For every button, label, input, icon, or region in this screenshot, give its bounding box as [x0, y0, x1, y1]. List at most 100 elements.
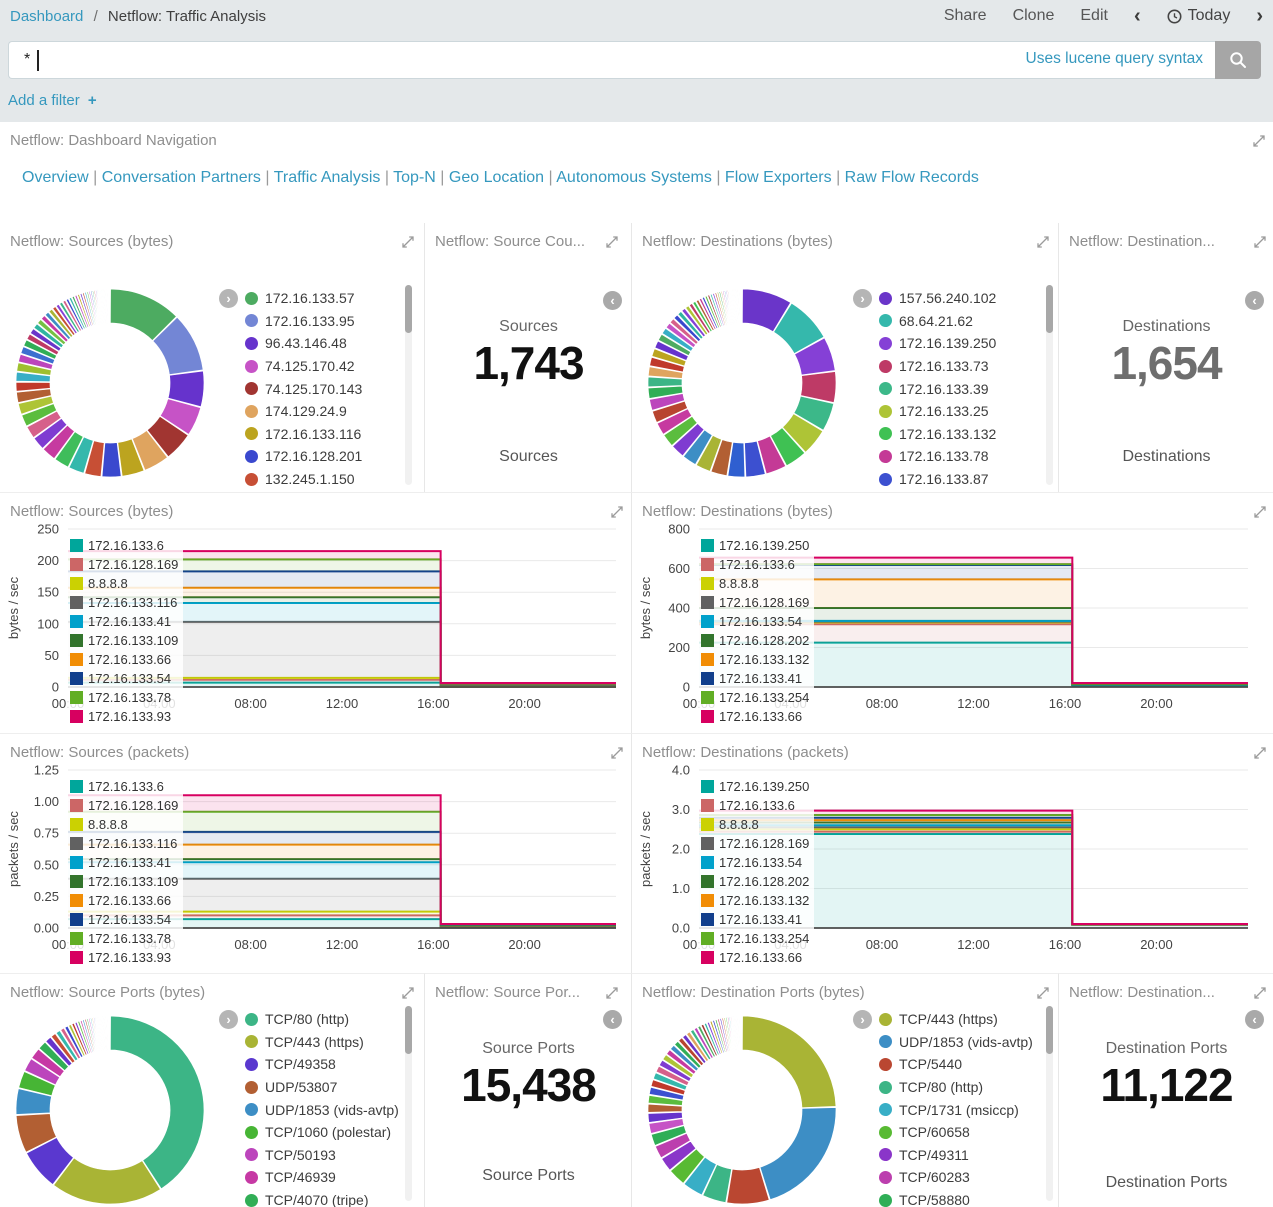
- legend-item[interactable]: 172.16.128.169: [701, 834, 809, 853]
- legend-item[interactable]: 172.16.128.169: [70, 555, 178, 574]
- legend-item[interactable]: 172.16.128.169: [70, 796, 178, 815]
- legend-item[interactable]: 8.8.8.8: [70, 815, 178, 834]
- legend-collapse-button[interactable]: ‹: [1245, 291, 1264, 310]
- legend-item[interactable]: 172.16.133.93: [70, 948, 178, 967]
- legend-item[interactable]: 172.16.133.109: [70, 872, 178, 891]
- nav-link-traffic-analysis[interactable]: Traffic Analysis: [274, 169, 381, 186]
- nav-link-conversation-partners[interactable]: Conversation Partners: [102, 169, 261, 186]
- donut-slice[interactable]: [760, 1107, 836, 1199]
- source-ports-donut-chart[interactable]: [10, 1010, 210, 1207]
- legend-item[interactable]: 172.16.133.66: [70, 891, 178, 910]
- legend-collapse-button[interactable]: ›: [853, 1010, 872, 1029]
- legend-item[interactable]: 172.16.133.109: [70, 631, 178, 650]
- expand-icon[interactable]: [606, 986, 618, 998]
- legend-item[interactable]: 172.16.133.54: [70, 669, 178, 688]
- destination-ports-donut-chart[interactable]: [642, 1010, 842, 1207]
- legend-item[interactable]: 74.125.170.143: [245, 377, 362, 400]
- nav-link-flow-exporters[interactable]: Flow Exporters: [725, 169, 832, 186]
- legend-item[interactable]: 172.16.133.6: [70, 777, 178, 796]
- legend-item[interactable]: 172.16.139.250: [701, 777, 809, 796]
- legend-item[interactable]: 68.64.21.62: [879, 310, 996, 333]
- lucene-syntax-link[interactable]: Uses lucene query syntax: [1026, 50, 1203, 68]
- expand-icon[interactable]: [1254, 235, 1266, 247]
- legend-item[interactable]: 172.16.133.54: [70, 910, 178, 929]
- legend-item[interactable]: TCP/443 (https): [879, 1008, 1033, 1031]
- legend-item[interactable]: 172.16.133.95: [245, 310, 362, 333]
- nav-link-overview[interactable]: Overview: [22, 169, 89, 186]
- legend-item[interactable]: 172.16.133.54: [701, 612, 809, 631]
- legend-item[interactable]: 172.16.128.202: [701, 872, 809, 891]
- legend-item[interactable]: 172.16.133.254: [701, 929, 809, 948]
- legend-collapse-button[interactable]: ›: [219, 1010, 238, 1029]
- legend-item[interactable]: 172.16.133.66: [701, 707, 809, 726]
- legend-item[interactable]: 172.16.133.78: [70, 688, 178, 707]
- add-filter-link[interactable]: Add a filter: [8, 92, 80, 109]
- legend-item[interactable]: 172.16.128.202: [701, 631, 809, 650]
- legend-item[interactable]: TCP/1731 (msiccp): [879, 1098, 1033, 1121]
- scrollbar-thumb[interactable]: [405, 285, 412, 333]
- add-filter-plus-icon[interactable]: +: [88, 92, 97, 109]
- legend-item[interactable]: 172.16.133.66: [70, 650, 178, 669]
- legend-item[interactable]: 172.16.133.41: [701, 669, 809, 688]
- legend-item[interactable]: TCP/5440: [879, 1053, 1033, 1076]
- legend-item[interactable]: 172.16.133.116: [70, 593, 178, 612]
- legend-collapse-button[interactable]: ‹: [603, 291, 622, 310]
- scrollbar-thumb[interactable]: [1046, 1006, 1053, 1054]
- nav-link-raw-flow-records[interactable]: Raw Flow Records: [845, 169, 979, 186]
- legend-item[interactable]: TCP/46939: [245, 1166, 399, 1189]
- legend-item[interactable]: 172.16.128.201: [245, 445, 362, 468]
- legend-item[interactable]: 172.16.133.78: [879, 445, 996, 468]
- legend-item[interactable]: UDP/53807: [245, 1076, 399, 1099]
- legend-item[interactable]: TCP/1060 (polestar): [245, 1121, 399, 1144]
- destinations-bytes-donut-chart[interactable]: [642, 283, 842, 483]
- legend-collapse-button[interactable]: ›: [219, 289, 238, 308]
- legend-item[interactable]: 172.16.133.93: [70, 707, 178, 726]
- legend-item[interactable]: 8.8.8.8: [70, 574, 178, 593]
- legend-item[interactable]: 172.16.133.66: [701, 948, 809, 967]
- legend-item[interactable]: 157.56.240.102: [879, 287, 996, 310]
- legend-item[interactable]: 172.16.133.132: [701, 650, 809, 669]
- expand-icon[interactable]: [1037, 235, 1049, 247]
- legend-item[interactable]: 172.16.133.6: [70, 536, 178, 555]
- donut-slice[interactable]: [54, 1158, 161, 1204]
- nav-link-geo-location[interactable]: Geo Location: [449, 169, 544, 186]
- legend-item[interactable]: TCP/443 (https): [245, 1031, 399, 1054]
- expand-icon[interactable]: [402, 235, 414, 247]
- legend-item[interactable]: TCP/49358: [245, 1053, 399, 1076]
- legend-item[interactable]: 172.16.133.25: [879, 400, 996, 423]
- expand-icon[interactable]: [1037, 986, 1049, 998]
- legend-collapse-button[interactable]: ›: [853, 289, 872, 308]
- legend-item[interactable]: 172.16.133.132: [701, 891, 809, 910]
- legend-item[interactable]: TCP/60283: [879, 1166, 1033, 1189]
- nav-link-autonomous-systems[interactable]: Autonomous Systems: [556, 169, 712, 186]
- legend-item[interactable]: 132.245.1.150: [245, 468, 362, 491]
- legend-item[interactable]: 172.16.133.116: [245, 423, 362, 446]
- donut-slice[interactable]: [110, 1016, 204, 1189]
- legend-item[interactable]: 172.16.139.250: [879, 332, 996, 355]
- expand-icon[interactable]: [1254, 986, 1266, 998]
- scrollbar-thumb[interactable]: [405, 1006, 412, 1054]
- legend-item[interactable]: TCP/58880: [879, 1189, 1033, 1207]
- legend-item[interactable]: 8.8.8.8: [701, 815, 809, 834]
- nav-link-top-n[interactable]: Top-N: [393, 169, 436, 186]
- clone-button[interactable]: Clone: [1013, 7, 1055, 25]
- legend-item[interactable]: 172.16.133.41: [70, 853, 178, 872]
- legend-item[interactable]: TCP/50193: [245, 1144, 399, 1167]
- legend-item[interactable]: 172.16.133.39: [879, 377, 996, 400]
- scrollbar-thumb[interactable]: [1046, 285, 1053, 333]
- share-button[interactable]: Share: [944, 7, 987, 25]
- expand-icon[interactable]: [402, 986, 414, 998]
- expand-icon[interactable]: [1253, 134, 1265, 146]
- legend-item[interactable]: 172.16.139.250: [701, 536, 809, 555]
- legend-item[interactable]: 172.16.133.87: [879, 468, 996, 491]
- legend-item[interactable]: 172.16.133.41: [701, 910, 809, 929]
- time-prev-button[interactable]: ‹: [1134, 8, 1141, 24]
- legend-item[interactable]: TCP/80 (http): [245, 1008, 399, 1031]
- legend-collapse-button[interactable]: ‹: [1245, 1010, 1264, 1029]
- donut-slice[interactable]: [648, 377, 682, 387]
- legend-item[interactable]: 172.16.133.116: [70, 834, 178, 853]
- legend-item[interactable]: 172.16.133.78: [70, 929, 178, 948]
- legend-item[interactable]: 172.16.133.6: [701, 796, 809, 815]
- timepicker-button[interactable]: Today: [1167, 7, 1231, 25]
- time-next-button[interactable]: ›: [1256, 8, 1263, 24]
